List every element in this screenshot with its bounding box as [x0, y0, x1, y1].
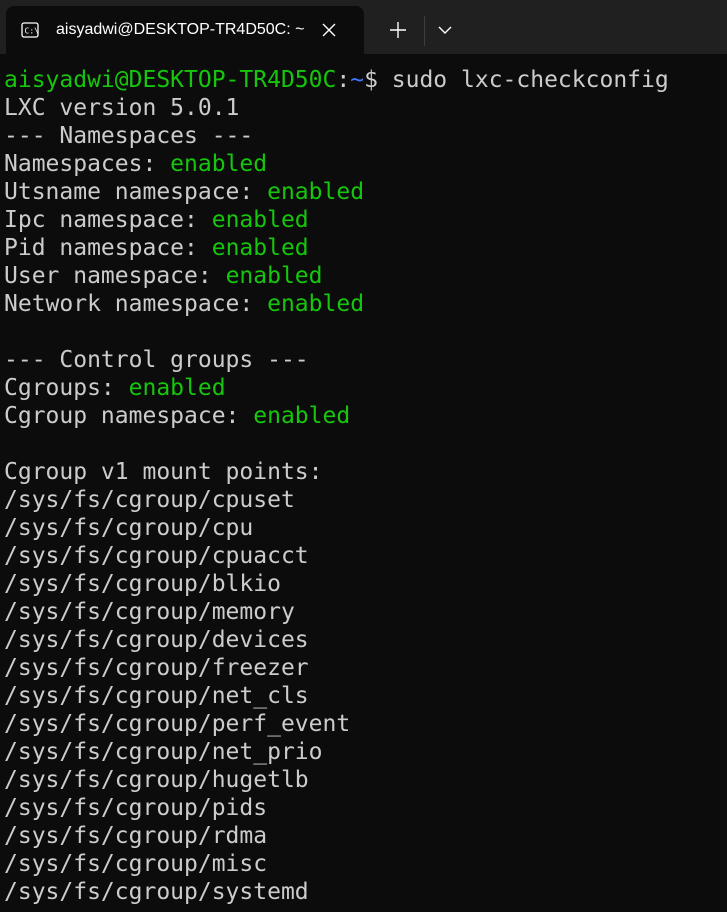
status-label: Ipc namespace:	[4, 207, 212, 233]
status-value: enabled	[267, 291, 365, 317]
tab-bar: C:\ aisyadwi@DESKTOP-TR4D50C: ~	[0, 0, 727, 54]
svg-text:C:\: C:\	[25, 27, 40, 36]
mount-points-header: Cgroup v1 mount points:	[4, 459, 323, 485]
status-label: User namespace:	[4, 263, 226, 289]
chevron-down-icon	[428, 26, 462, 54]
profile-dropdown-button[interactable]	[428, 10, 462, 50]
mount-point-line: /sys/fs/cgroup/devices	[4, 627, 309, 653]
status-value: enabled	[128, 375, 226, 401]
status-line: Cgroups: enabled	[4, 374, 727, 402]
terminal-window: C:\ aisyadwi@DESKTOP-TR4D50C: ~ aisyadwi…	[0, 0, 727, 912]
status-value: enabled	[267, 179, 365, 205]
status-label: Utsname namespace:	[4, 179, 268, 205]
mount-point-line: /sys/fs/cgroup/blkio	[4, 571, 281, 597]
mount-point-line: /sys/fs/cgroup/freezer	[4, 655, 309, 681]
prompt-path: ~	[350, 67, 365, 93]
mount-point-line: /sys/fs/cgroup/memory	[4, 599, 295, 625]
status-value: enabled	[211, 235, 309, 261]
mount-point-line: /sys/fs/cgroup/pids	[4, 795, 268, 821]
status-value: enabled	[170, 151, 268, 177]
prompt-user-host: aisyadwi@DESKTOP-TR4D50C	[4, 67, 337, 93]
terminal-icon: C:\	[21, 21, 39, 39]
mount-point-line: /sys/fs/cgroup/cpu	[4, 515, 254, 541]
mount-point-line: /sys/fs/cgroup/net_cls	[4, 683, 309, 709]
prompt-command: sudo lxc-checkconfig	[391, 67, 669, 93]
mount-point-line: /sys/fs/cgroup/cpuset	[4, 487, 295, 513]
mount-point-line: /sys/fs/cgroup/misc	[4, 851, 268, 877]
terminal-output[interactable]: aisyadwi@DESKTOP-TR4D50C:~$ sudo lxc-che…	[4, 66, 727, 906]
status-line: Utsname namespace: enabled	[4, 178, 727, 206]
mount-point-line: /sys/fs/cgroup/rdma	[4, 823, 268, 849]
status-label: Namespaces:	[4, 151, 171, 177]
status-line: Pid namespace: enabled	[4, 234, 727, 262]
status-line: Namespaces: enabled	[4, 150, 727, 178]
status-line: Ipc namespace: enabled	[4, 206, 727, 234]
mount-point-line: /sys/fs/cgroup/hugetlb	[4, 767, 309, 793]
new-tab-button[interactable]	[378, 10, 418, 50]
status-line: Network namespace: enabled	[4, 290, 727, 318]
status-label: Cgroup namespace:	[4, 403, 254, 429]
status-label: Cgroups:	[4, 375, 129, 401]
version-line: LXC version 5.0.1	[4, 95, 240, 121]
tab-title: aisyadwi@DESKTOP-TR4D50C: ~	[56, 21, 305, 38]
prompt-colon: :	[336, 67, 351, 93]
status-value: enabled	[225, 263, 323, 289]
control-groups-header: --- Control groups ---	[4, 347, 309, 373]
plus-icon	[378, 22, 418, 54]
status-label: Pid namespace:	[4, 235, 212, 261]
prompt-dollar: $	[364, 67, 392, 93]
mount-point-line: /sys/fs/cgroup/perf_event	[4, 711, 351, 737]
status-label: Network namespace:	[4, 291, 268, 317]
status-value: enabled	[211, 207, 309, 233]
mount-point-line: /sys/fs/cgroup/cpuacct	[4, 543, 309, 569]
prompt-line: aisyadwi@DESKTOP-TR4D50C:~$ sudo lxc-che…	[4, 66, 727, 94]
mount-point-line: /sys/fs/cgroup/systemd	[4, 879, 309, 905]
status-line: User namespace: enabled	[4, 262, 727, 290]
mount-point-line: /sys/fs/cgroup/net_prio	[4, 739, 323, 765]
status-value: enabled	[253, 403, 351, 429]
close-icon[interactable]	[314, 15, 344, 45]
status-line: Cgroup namespace: enabled	[4, 402, 727, 430]
tab-ubuntu[interactable]: C:\ aisyadwi@DESKTOP-TR4D50C: ~	[6, 6, 364, 54]
tab-separator	[424, 16, 425, 46]
namespaces-header: --- Namespaces ---	[4, 123, 254, 149]
